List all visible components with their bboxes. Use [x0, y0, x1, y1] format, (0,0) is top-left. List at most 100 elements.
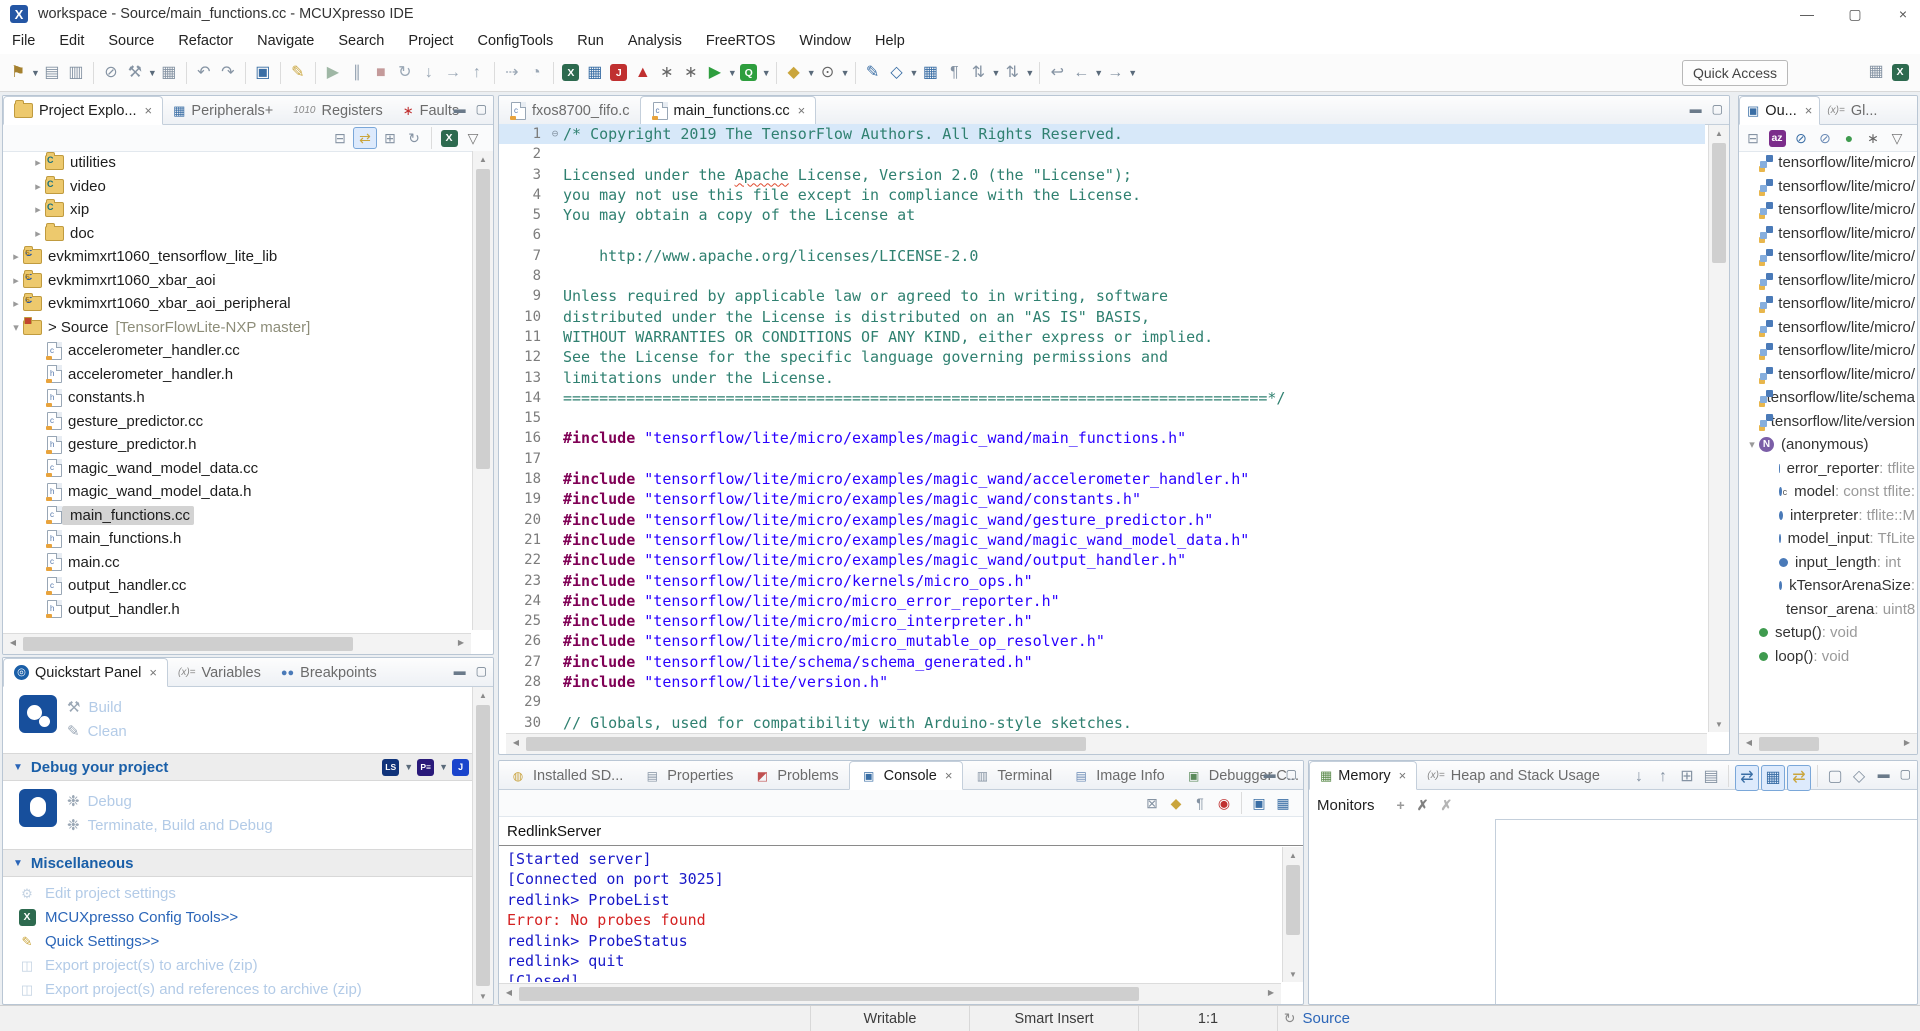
- outline-item[interactable]: interpreter : tflite::M: [1741, 504, 1915, 528]
- close-tab-icon[interactable]: ×: [1805, 103, 1813, 118]
- tree-item[interactable]: ▸video: [3, 175, 471, 199]
- back-icon[interactable]: ←: [1070, 61, 1092, 85]
- config-tools-icon[interactable]: X: [560, 61, 582, 85]
- resume-icon[interactable]: ▶: [322, 61, 344, 85]
- code-line[interactable]: 14======================================…: [499, 388, 1705, 408]
- refresh-source-icon[interactable]: ↻: [1284, 1010, 1296, 1027]
- tab-installed-sd[interactable]: ◍Installed SD...: [499, 762, 633, 789]
- debug-config-icon[interactable]: ∗: [656, 61, 678, 85]
- editor-vscrollbar[interactable]: ▲ ▼: [1708, 125, 1729, 732]
- clear-expressions-icon[interactable]: ◇: [1848, 765, 1870, 789]
- minimize-view-icon[interactable]: ▬: [454, 102, 466, 116]
- search-dropdown-icon[interactable]: ▼: [841, 68, 850, 78]
- tab-memory[interactable]: ▦ Memory×: [1309, 761, 1417, 790]
- tree-item[interactable]: ▸utilities: [3, 151, 471, 175]
- tree-item[interactable]: houtput_handler.h: [3, 598, 471, 622]
- tree-item[interactable]: cmain_functions.cc: [3, 504, 471, 528]
- display-console-icon[interactable]: ▣: [1248, 793, 1270, 813]
- outline-item[interactable]: setup() : void: [1741, 621, 1915, 645]
- close-tab-icon[interactable]: ×: [798, 103, 806, 118]
- code-line[interactable]: 21#include "tensorflow/lite/micro/exampl…: [499, 530, 1705, 550]
- sort-updown-dropdown-icon[interactable]: ▼: [991, 68, 1000, 78]
- tree-item[interactable]: coutput_handler.cc: [3, 574, 471, 598]
- outline-item[interactable]: cmodel : const tflite:: [1741, 480, 1915, 504]
- menu-analysis[interactable]: Analysis: [616, 33, 694, 49]
- peripherals-grid-icon[interactable]: ▦: [584, 61, 606, 85]
- tab-quickstart[interactable]: ◎ Quickstart Panel×: [3, 658, 168, 687]
- sort-az-icon[interactable]: az: [1766, 128, 1788, 148]
- quickstart-clean-link[interactable]: ✎ Clean: [67, 719, 127, 743]
- minimize-view-icon[interactable]: ▬: [1690, 102, 1702, 116]
- collapse-all-icon[interactable]: ⊟: [329, 128, 351, 148]
- linkserver-dropdown-icon[interactable]: ▼: [404, 762, 413, 772]
- menu-search[interactable]: Search: [326, 33, 396, 49]
- quickstart-vscrollbar[interactable]: ▲ ▼: [472, 687, 493, 1004]
- pin-console-icon[interactable]: ◉: [1213, 793, 1235, 813]
- clear-console-icon[interactable]: ⊠: [1141, 793, 1163, 813]
- open-type-dropdown-icon[interactable]: ▼: [910, 68, 919, 78]
- switch-memory-icon[interactable]: ⇄: [1787, 765, 1811, 791]
- menu-file[interactable]: File: [0, 33, 47, 49]
- code-line[interactable]: 5You may obtain a copy of the License at: [499, 205, 1705, 225]
- quickstart-link-mcuxpresso-config-tools[interactable]: XMCUXpresso Config Tools>>: [3, 905, 493, 929]
- tab-terminal[interactable]: ▥Terminal: [963, 762, 1062, 789]
- console-hscrollbar[interactable]: ◀ ▶: [499, 983, 1281, 1004]
- quickstart-link-export-project-s-and-references-to-archive-zip[interactable]: ◫Export project(s) and references to arc…: [3, 977, 493, 1001]
- quick-access-button[interactable]: Quick Access: [1682, 60, 1788, 86]
- open-console-icon[interactable]: ▦: [1272, 793, 1294, 813]
- step-into-icon[interactable]: ↓: [418, 61, 440, 85]
- fold-collapse-icon[interactable]: ⊖: [547, 124, 563, 144]
- chevron-right-icon[interactable]: ▸: [9, 250, 23, 263]
- code-line[interactable]: 27#include "tensorflow/lite/schema/schem…: [499, 652, 1705, 672]
- maximize-view-icon[interactable]: ▢: [476, 102, 487, 116]
- tab-peripherals[interactable]: ▦ Peripherals+: [163, 97, 283, 124]
- mcux-filter-icon[interactable]: X: [438, 128, 460, 148]
- tab-outline[interactable]: ▣ Ou...×: [1739, 96, 1820, 125]
- maximize-view-icon[interactable]: ▢: [1900, 767, 1911, 781]
- tab-image-info[interactable]: ▤Image Info: [1062, 762, 1175, 789]
- collapse-all-icon[interactable]: ⊟: [1742, 128, 1764, 148]
- step-return-icon[interactable]: ↑: [466, 61, 488, 85]
- close-tab-icon[interactable]: ×: [1399, 768, 1407, 783]
- menu-navigate[interactable]: Navigate: [245, 33, 326, 49]
- console-output[interactable]: [Started server][Connected on port 3025]…: [507, 849, 1277, 982]
- outline-item[interactable]: tensorflow/lite/micro/: [1741, 198, 1915, 222]
- status-source-link[interactable]: Source: [1302, 1010, 1350, 1027]
- remove-monitor-icon[interactable]: ✗: [1417, 797, 1429, 814]
- code-line[interactable]: 28#include "tensorflow/lite/version.h": [499, 672, 1705, 692]
- outline-item[interactable]: kTensorArenaSize :: [1741, 574, 1915, 598]
- step-over-icon[interactable]: →: [442, 61, 464, 85]
- run-dropdown-icon[interactable]: ▼: [728, 68, 737, 78]
- close-window-button[interactable]: ×: [1892, 6, 1914, 22]
- menu-source[interactable]: Source: [96, 33, 166, 49]
- minimize-window-button[interactable]: —: [1796, 6, 1818, 22]
- project-tree-hscrollbar[interactable]: ◀ ▶: [3, 633, 471, 654]
- tab-variables[interactable]: (x)= Variables: [168, 659, 271, 686]
- code-line[interactable]: 16#include "tensorflow/lite/micro/exampl…: [499, 428, 1705, 448]
- view-menu-icon[interactable]: ▽: [462, 128, 484, 148]
- project-tree-vscrollbar[interactable]: ▲: [472, 151, 493, 630]
- linkserver-probe-icon[interactable]: LS: [382, 759, 399, 776]
- pemicro-probe-icon[interactable]: P≡: [417, 759, 434, 776]
- probe-icon[interactable]: ▲: [632, 61, 654, 85]
- outline-item[interactable]: tensorflow/lite/micro/: [1741, 175, 1915, 199]
- quickstart-link-quick-settings[interactable]: ✎Quick Settings>>: [3, 929, 493, 953]
- suspend-icon[interactable]: ∥: [346, 61, 368, 85]
- search-icon[interactable]: ⊙: [817, 61, 839, 85]
- outline-item[interactable]: tensorflow/lite/micro/: [1741, 269, 1915, 293]
- jlink-probe-icon[interactable]: J: [452, 759, 469, 776]
- hide-static-icon[interactable]: ⊘: [1814, 128, 1836, 148]
- outline-item[interactable]: tensorflow/lite/micro/: [1741, 316, 1915, 340]
- export-memory-icon[interactable]: ↑: [1652, 765, 1674, 789]
- outline-item[interactable]: tensorflow/lite/schema: [1741, 386, 1915, 410]
- undo-icon[interactable]: ↶: [193, 61, 215, 85]
- add-rendering-icon[interactable]: ▤: [1700, 765, 1722, 789]
- pemicro-dropdown-icon[interactable]: ▼: [439, 762, 448, 772]
- terminate-icon[interactable]: ■: [370, 61, 392, 85]
- chevron-down-icon[interactable]: ▾: [1745, 438, 1759, 451]
- menu-window[interactable]: Window: [787, 33, 863, 49]
- outline-item[interactable]: ▾N(anonymous): [1741, 433, 1915, 457]
- close-tab-icon[interactable]: ×: [145, 103, 153, 118]
- code-line[interactable]: 26#include "tensorflow/lite/micro/micro_…: [499, 631, 1705, 651]
- outline-item[interactable]: tensorflow/lite/micro/: [1741, 363, 1915, 387]
